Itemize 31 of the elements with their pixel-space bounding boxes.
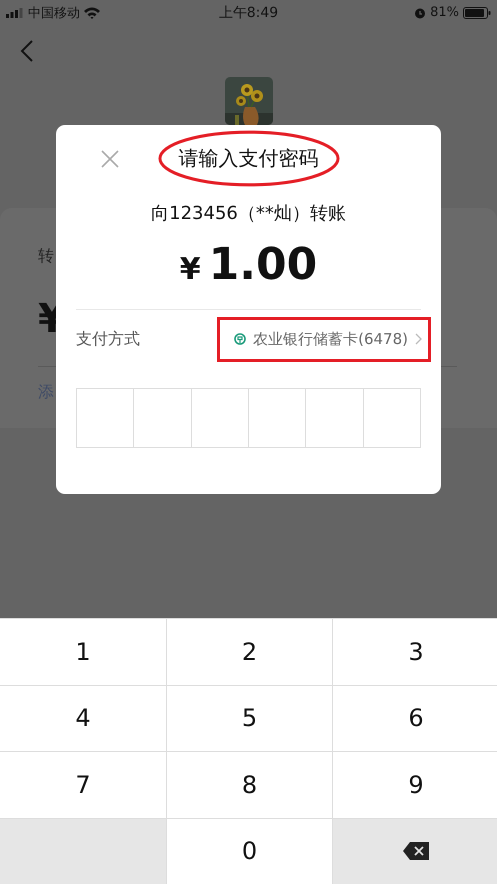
delete-key[interactable] [333, 818, 497, 884]
digit-key[interactable]: 9 [333, 752, 497, 818]
chevron-icon [415, 333, 422, 345]
currency-sign: ¥ [180, 252, 201, 287]
digit-key[interactable]: 0 [167, 818, 332, 884]
recipient-text: 向123456（**灿）转账 [150, 202, 347, 225]
amount-value: 1.00 [208, 239, 318, 290]
payment-method-selector[interactable]: 农业银行储蓄卡(6478) [217, 316, 431, 362]
signal-icon [6, 8, 24, 18]
back-icon[interactable] [20, 40, 34, 62]
battery-percent: 81% [430, 5, 459, 20]
digit-key[interactable]: 2 [167, 619, 332, 684]
card-label: 转 [38, 246, 54, 267]
digit-key[interactable]: 8 [167, 752, 332, 818]
digit-key[interactable]: 5 [167, 686, 332, 751]
backspace-icon [402, 841, 430, 862]
digit-key[interactable]: 3 [333, 619, 497, 684]
digit-key[interactable]: 1 [0, 619, 166, 684]
payment-label: 支付方式 [76, 328, 140, 350]
bank-icon [234, 333, 246, 345]
carrier-name: 中国移动 [28, 4, 80, 22]
dialog-title: 请输入支付密码 [178, 146, 318, 170]
battery-icon [462, 6, 491, 18]
alarm-icon [414, 6, 426, 18]
wifi-icon [84, 6, 100, 18]
clock-time: 上午8:49 [218, 4, 278, 22]
digit-key[interactable]: 4 [0, 686, 166, 751]
close-icon[interactable] [101, 150, 119, 168]
digit-key[interactable]: 6 [333, 686, 497, 751]
digit-key[interactable]: 7 [0, 752, 166, 818]
pin-field[interactable] [76, 388, 421, 448]
